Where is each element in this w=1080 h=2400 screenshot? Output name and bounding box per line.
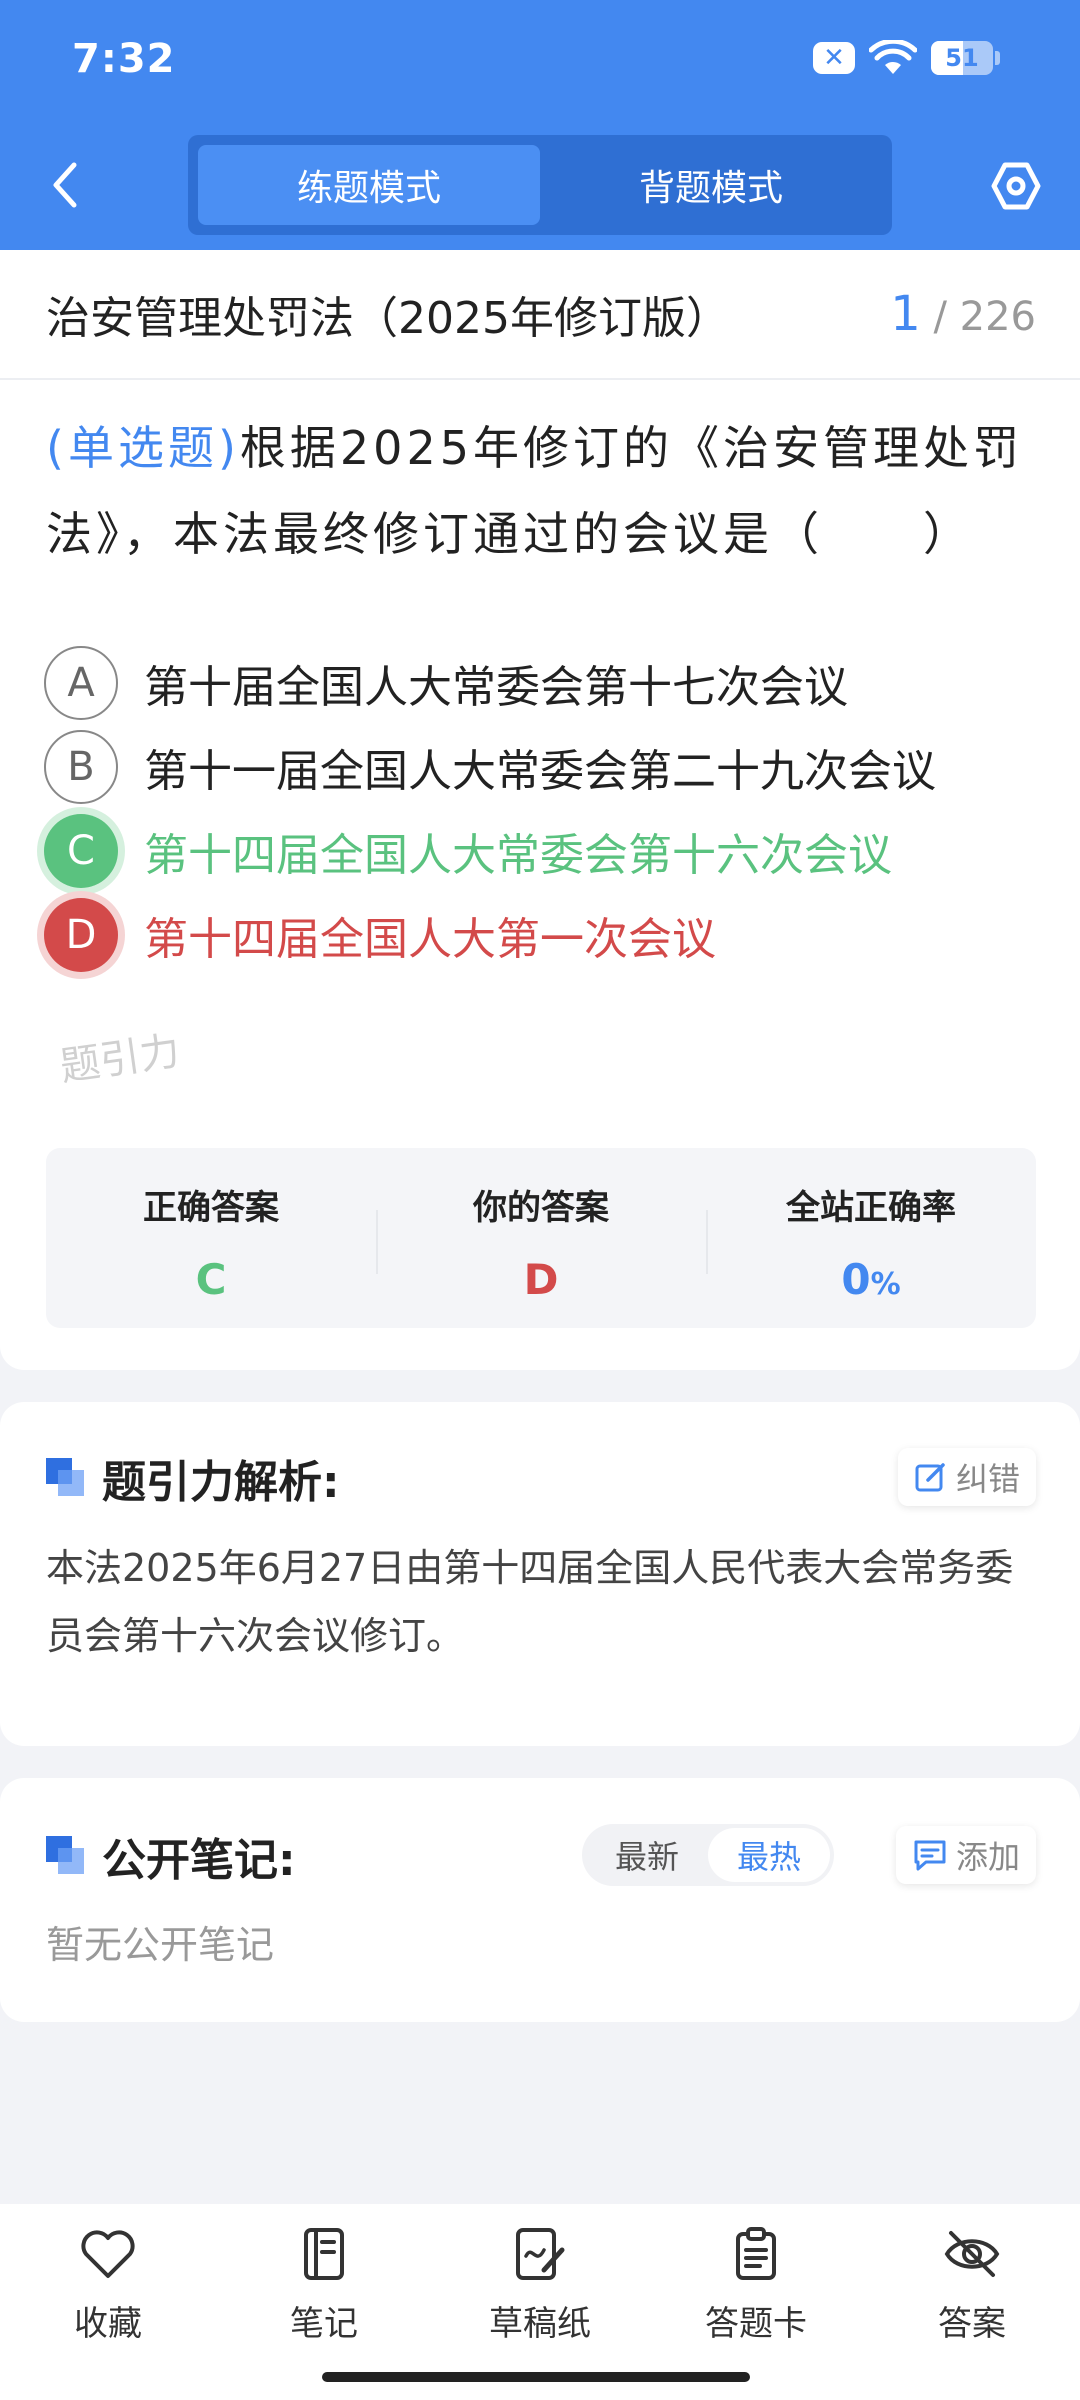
chevron-left-icon — [53, 162, 77, 208]
question-counter: 1 / 226 — [890, 286, 1036, 342]
show-answer-label: 答案 — [938, 2304, 1006, 2344]
your-answer-col: 你的答案 D — [376, 1148, 706, 1328]
analysis-title-text: 题引力解析: — [102, 1457, 340, 1508]
report-error-button[interactable]: 纠错 — [897, 1448, 1036, 1506]
notes-title: 公开笔记: — [46, 1824, 296, 1888]
notes-empty-text: 暂无公开笔记 — [46, 1923, 275, 1967]
section-square-icon — [46, 1458, 86, 1498]
your-answer-label: 你的答案 — [473, 1188, 609, 1228]
add-note-button[interactable]: 添加 — [895, 1826, 1036, 1884]
question-current: 1 — [890, 286, 921, 342]
app-header: 7:32 ✕ 51 练题模式 背题模式 — [0, 0, 1080, 250]
option-a[interactable]: A 第十届全国人大常委会第十七次会议 — [44, 638, 1044, 728]
notebook-icon — [294, 2224, 354, 2284]
notification-x-icon: ✕ — [813, 42, 855, 74]
draft-icon — [510, 2224, 570, 2284]
answer-card-label: 答题卡 — [705, 2304, 807, 2344]
section-square-icon — [46, 1836, 86, 1876]
back-button[interactable] — [40, 155, 90, 215]
option-d[interactable]: D 第十四届全国人大第一次会议 — [44, 890, 1044, 980]
question-header: 治安管理处罚法（2025年修订版） 1 / 226 — [0, 250, 1080, 380]
option-letter: C — [44, 814, 118, 888]
battery-level: 51 — [945, 44, 979, 72]
option-b[interactable]: B 第十一届全国人大常委会第二十九次会议 — [44, 722, 1044, 812]
settings-button[interactable] — [986, 156, 1046, 216]
question-total: / 226 — [933, 294, 1036, 340]
battery-icon: 51 — [931, 41, 993, 75]
option-text: 第十四届全国人大常委会第十六次会议 — [144, 830, 892, 881]
question-card: 治安管理处罚法（2025年修订版） 1 / 226 (单选题)根据2025年修订… — [0, 250, 1080, 1370]
settings-hexagon-icon — [991, 162, 1041, 210]
correct-answer-label: 正确答案 — [143, 1188, 279, 1228]
option-letter: A — [44, 646, 118, 720]
favorite-label: 收藏 — [74, 2304, 142, 2344]
option-text: 第十一届全国人大常委会第二十九次会议 — [144, 746, 936, 797]
favorite-button[interactable]: 收藏 — [0, 2224, 216, 2400]
mode-switch: 练题模式 背题模式 — [188, 135, 892, 235]
public-notes-card: 公开笔记: 最新 最热 添加 暂无公开笔记 — [0, 1778, 1080, 2022]
notes-sort-switch: 最新 最热 — [582, 1824, 834, 1886]
analysis-text: 本法2025年6月27日由第十四届全国人民代表大会常务委员会第十六次会议修订。 — [46, 1546, 1014, 1658]
show-answer-button[interactable]: 答案 — [864, 2224, 1080, 2400]
bottom-toolbar: 收藏 笔记 草稿纸 答题卡 答案 — [0, 2204, 1080, 2400]
notes-label: 笔记 — [290, 2304, 358, 2344]
draft-paper-label: 草稿纸 — [489, 2304, 591, 2344]
option-text: 第十届全国人大常委会第十七次会议 — [144, 662, 848, 713]
home-indicator — [322, 2372, 750, 2382]
sort-newest[interactable]: 最新 — [586, 1828, 708, 1882]
question-type: (单选题) — [46, 421, 240, 475]
question-stem: (单选题)根据2025年修订的《治安管理处罚法》，本法最终修订通过的会议是（ ） — [46, 405, 1036, 577]
report-error-label: 纠错 — [955, 1460, 1020, 1498]
answer-summary: 正确答案 C 你的答案 D 全站正确率 0% — [46, 1148, 1036, 1328]
tab-memorize-mode[interactable]: 背题模式 — [540, 145, 882, 225]
accuracy-rate-value: 0% — [841, 1255, 900, 1304]
option-letter: D — [44, 898, 118, 972]
accuracy-rate-label: 全站正确率 — [786, 1188, 956, 1228]
option-letter: B — [44, 730, 118, 804]
notes-title-text: 公开笔记: — [102, 1835, 296, 1886]
accuracy-rate-unit: % — [870, 1267, 901, 1302]
accuracy-rate-number: 0 — [841, 1255, 871, 1304]
battery-tip — [995, 51, 1000, 65]
sort-hottest[interactable]: 最热 — [708, 1828, 830, 1882]
eye-off-icon — [942, 2224, 1002, 2284]
heart-icon — [78, 2224, 138, 2284]
option-text: 第十四届全国人大第一次会议 — [144, 914, 716, 965]
option-c[interactable]: C 第十四届全国人大常委会第十六次会议 — [44, 806, 1044, 896]
answer-card-icon — [726, 2224, 786, 2284]
accuracy-rate-col: 全站正确率 0% — [706, 1148, 1036, 1328]
tab-practice-mode[interactable]: 练题模式 — [198, 145, 540, 225]
status-time: 7:32 — [72, 36, 176, 82]
status-icons: ✕ 51 — [813, 40, 1000, 76]
add-note-label: 添加 — [955, 1838, 1020, 1876]
analysis-title: 题引力解析: — [46, 1446, 340, 1510]
correct-answer-value: C — [195, 1255, 227, 1304]
analysis-card: 题引力解析: 纠错 本法2025年6月27日由第十四届全国人民代表大会常务委员会… — [0, 1402, 1080, 1746]
correct-answer-col: 正确答案 C — [46, 1148, 376, 1328]
edit-icon — [915, 1463, 945, 1492]
question-bank-title: 治安管理处罚法（2025年修订版） — [46, 293, 730, 344]
your-answer-value: D — [523, 1255, 559, 1304]
wifi-icon — [869, 40, 917, 74]
message-icon — [914, 1840, 946, 1871]
